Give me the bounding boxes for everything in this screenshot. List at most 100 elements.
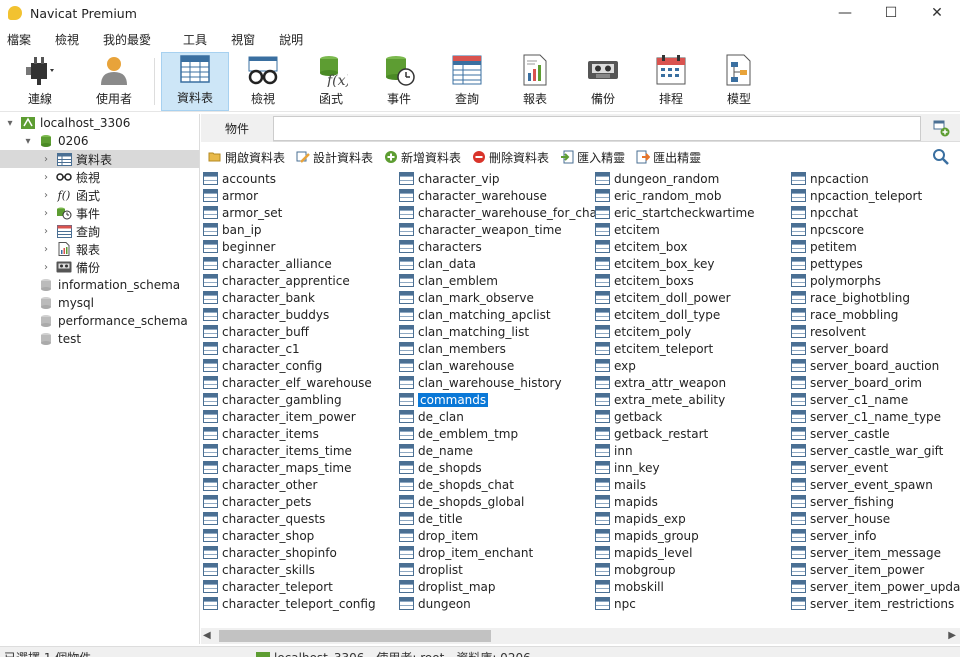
expand-caret-icon[interactable]: ▾ — [22, 136, 34, 147]
table-item[interactable]: mapids — [595, 493, 791, 510]
new-table-button[interactable]: 新增資料表 — [384, 149, 461, 166]
menu-view[interactable]: 檢視 — [48, 31, 86, 48]
table-item[interactable]: clan_warehouse_history — [399, 374, 595, 391]
table-item[interactable]: petitem — [791, 238, 960, 255]
scroll-right-icon[interactable]: ▶ — [948, 628, 956, 644]
table-item[interactable]: character_bank — [203, 289, 399, 306]
table-item[interactable]: de_title — [399, 510, 595, 527]
table-item[interactable]: server_item_message — [791, 544, 960, 561]
table-item[interactable]: clan_emblem — [399, 272, 595, 289]
search-icon[interactable] — [932, 148, 950, 166]
table-item[interactable]: de_name — [399, 442, 595, 459]
open-table-button[interactable]: 開啟資料表 — [208, 149, 285, 166]
toolbar-schedule-button[interactable]: 排程 — [637, 52, 705, 111]
table-item[interactable]: etcitem_box_key — [595, 255, 791, 272]
table-item[interactable]: server_c1_name_type — [791, 408, 960, 425]
expand-caret-icon[interactable]: › — [40, 226, 52, 237]
tree-database[interactable]: ▾ 0206 — [22, 132, 88, 150]
design-table-button[interactable]: 設計資料表 — [296, 149, 373, 166]
table-item[interactable]: character_maps_time — [203, 459, 399, 476]
table-item[interactable]: de_shopds_chat — [399, 476, 595, 493]
table-item[interactable]: character_c1 — [203, 340, 399, 357]
table-item[interactable]: etcitem_doll_type — [595, 306, 791, 323]
toolbar-view-button[interactable]: 檢視 — [229, 52, 297, 111]
table-item[interactable]: character_teleport_config — [203, 595, 399, 612]
expand-caret-icon[interactable]: › — [40, 244, 52, 255]
table-item[interactable]: character_teleport — [203, 578, 399, 595]
table-item[interactable]: etcitem_boxs — [595, 272, 791, 289]
horizontal-scrollbar[interactable]: ◀ ▶ — [201, 628, 960, 644]
table-item[interactable]: de_shopds_global — [399, 493, 595, 510]
table-item[interactable]: server_house — [791, 510, 960, 527]
table-item[interactable]: character_quests — [203, 510, 399, 527]
tree-database-test[interactable]: test — [22, 330, 81, 348]
tree-item-functions[interactable]: › f() 函式 — [40, 186, 100, 204]
table-item[interactable]: beginner — [203, 238, 399, 255]
table-item[interactable]: de_shopds — [399, 459, 595, 476]
toolbar-backup-button[interactable]: 備份 — [569, 52, 637, 111]
table-item[interactable]: getback — [595, 408, 791, 425]
table-item[interactable]: etcitem_doll_power — [595, 289, 791, 306]
table-item[interactable]: character_buddys — [203, 306, 399, 323]
menu-favorites[interactable]: 我的最愛 — [96, 31, 158, 48]
table-item[interactable]: character_config — [203, 357, 399, 374]
table-item[interactable]: character_warehouse_for_cha — [399, 204, 595, 221]
table-item[interactable]: server_board_auction — [791, 357, 960, 374]
table-item[interactable]: npcchat — [791, 204, 960, 221]
table-item[interactable]: mapids_level — [595, 544, 791, 561]
menu-help[interactable]: 說明 — [272, 31, 310, 48]
toolbar-report-button[interactable]: 報表 — [501, 52, 569, 111]
table-item[interactable]: mails — [595, 476, 791, 493]
scrollbar-thumb[interactable] — [219, 630, 491, 642]
table-item[interactable]: commands — [399, 391, 595, 408]
table-item[interactable]: etcitem — [595, 221, 791, 238]
close-button[interactable]: ✕ — [914, 0, 960, 26]
table-item[interactable]: character_weapon_time — [399, 221, 595, 238]
tree-connection[interactable]: ▾ localhost_3306 — [4, 114, 130, 132]
table-item[interactable]: inn_key — [595, 459, 791, 476]
table-item[interactable]: clan_data — [399, 255, 595, 272]
export-wizard-button[interactable]: 匯出精靈 — [636, 149, 701, 166]
tab-objects[interactable]: 物件 — [201, 114, 273, 142]
table-item[interactable]: de_clan — [399, 408, 595, 425]
table-item[interactable]: character_skills — [203, 561, 399, 578]
table-item[interactable]: dungeon — [399, 595, 595, 612]
table-item[interactable]: extra_attr_weapon — [595, 374, 791, 391]
table-item[interactable]: dungeon_random — [595, 170, 791, 187]
table-item[interactable]: inn — [595, 442, 791, 459]
table-item[interactable]: armor — [203, 187, 399, 204]
table-item[interactable]: drop_item_enchant — [399, 544, 595, 561]
table-item[interactable]: server_fishing — [791, 493, 960, 510]
menu-window[interactable]: 視窗 — [224, 31, 262, 48]
table-item[interactable]: server_event — [791, 459, 960, 476]
table-item[interactable]: clan_matching_list — [399, 323, 595, 340]
table-item[interactable]: armor_set — [203, 204, 399, 221]
table-item[interactable]: character_shopinfo — [203, 544, 399, 561]
table-item[interactable]: server_item_power_update — [791, 578, 960, 595]
table-item[interactable]: accounts — [203, 170, 399, 187]
table-item[interactable]: drop_item — [399, 527, 595, 544]
menu-file[interactable]: 檔案 — [0, 31, 38, 48]
table-item[interactable]: droplist — [399, 561, 595, 578]
toolbar-query-button[interactable]: 查詢 — [433, 52, 501, 111]
tree-item-views[interactable]: › 檢視 — [40, 168, 100, 186]
toolbar-model-button[interactable]: 模型 — [705, 52, 773, 111]
expand-caret-icon[interactable]: › — [40, 172, 52, 183]
tree-database-mysql[interactable]: mysql — [22, 294, 94, 312]
toolbar-user-button[interactable]: 使用者 — [80, 52, 148, 111]
minimize-button[interactable]: — — [822, 0, 868, 26]
tree-item-backups[interactable]: › 備份 — [40, 258, 100, 276]
table-item[interactable]: server_castle_war_gift — [791, 442, 960, 459]
menu-tools[interactable]: 工具 — [176, 31, 214, 48]
table-item[interactable]: character_item_power — [203, 408, 399, 425]
table-item[interactable]: mapids_exp — [595, 510, 791, 527]
toolbar-function-button[interactable]: f(x) 函式 — [297, 52, 365, 111]
toolbar-table-button[interactable]: 資料表 — [161, 52, 229, 111]
table-item[interactable]: character_buff — [203, 323, 399, 340]
tree-database-performance-schema[interactable]: performance_schema — [22, 312, 188, 330]
tree-item-events[interactable]: › 事件 — [40, 204, 100, 222]
table-item[interactable]: server_c1_name — [791, 391, 960, 408]
table-item[interactable]: extra_mete_ability — [595, 391, 791, 408]
table-item[interactable]: eric_random_mob — [595, 187, 791, 204]
scroll-left-icon[interactable]: ◀ — [203, 628, 211, 644]
